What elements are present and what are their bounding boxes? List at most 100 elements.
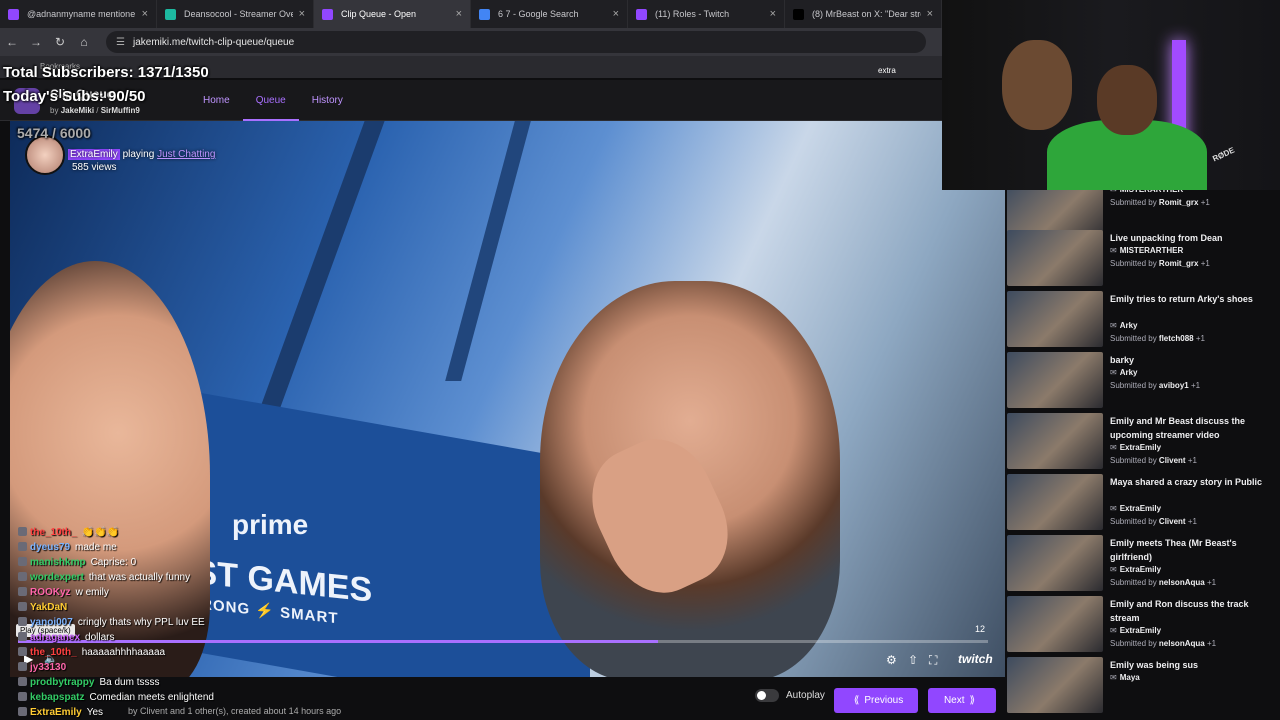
- submitter-name[interactable]: aviboy1: [1159, 381, 1189, 390]
- channel-name[interactable]: Maya: [1120, 673, 1140, 682]
- chat-badge-icon: [18, 632, 27, 641]
- tab-title: @adnanmyname mentione: [27, 9, 136, 19]
- submitted-by-label: Submitted by: [1110, 381, 1159, 390]
- share-icon[interactable]: ⇧: [908, 653, 918, 667]
- tab-close-icon[interactable]: ×: [299, 8, 305, 20]
- submitter-name[interactable]: Romit_grx: [1159, 198, 1199, 207]
- channel-name[interactable]: Arky: [1120, 321, 1138, 330]
- chat-badge-icon: [18, 602, 27, 611]
- chat-text: Yes: [86, 707, 104, 718]
- view-count: 585 views: [72, 162, 117, 173]
- queue-thumbnail[interactable]: [1007, 230, 1103, 286]
- streamer-name[interactable]: ExtraEmily: [68, 149, 120, 160]
- forward-arrow-icon[interactable]: →: [24, 35, 48, 49]
- previous-label: Previous: [864, 695, 904, 706]
- chat-username[interactable]: wordexpert: [30, 572, 84, 583]
- queue-item[interactable]: Maya shared a crazy story in Public ✉ Extr…: [1005, 474, 1280, 532]
- author-jakemiki[interactable]: JakeMiki: [61, 106, 94, 115]
- autoplay-control[interactable]: Autoplay: [755, 689, 825, 702]
- queue-item-submitter: Submitted by nelsonAqua +1: [1110, 639, 1216, 648]
- chat-username[interactable]: YakDaN: [30, 602, 67, 613]
- submitter-extra-count: +1: [1187, 456, 1197, 465]
- queue-thumbnail[interactable]: [1007, 352, 1103, 408]
- queue-item-submitter: Submitted by Romit_grx +1: [1110, 259, 1210, 268]
- queue-thumbnail[interactable]: [1007, 657, 1103, 713]
- queue-item[interactable]: barky ✉ Arky Submitted by aviboy1 +1: [1005, 352, 1280, 410]
- next-label: Next: [943, 695, 965, 706]
- submitter-name[interactable]: nelsonAqua: [1159, 639, 1205, 648]
- submitter-name[interactable]: Clivent: [1159, 517, 1186, 526]
- tab-close-icon[interactable]: ×: [927, 8, 933, 20]
- settings-gear-icon[interactable]: ⚙: [886, 653, 897, 667]
- channel-name[interactable]: Arky: [1120, 368, 1138, 377]
- channel-name[interactable]: MISTERARTHER: [1120, 246, 1184, 255]
- site-settings-icon[interactable]: ☰: [116, 37, 125, 48]
- by-label: by: [50, 106, 59, 115]
- browser-tab[interactable]: Clip Queue - Open ×: [314, 0, 471, 28]
- chat-username[interactable]: adraganex: [30, 632, 80, 643]
- nav-home[interactable]: Home: [190, 80, 243, 121]
- streamer-avatar[interactable]: [25, 135, 65, 175]
- channel-name[interactable]: ExtraEmily: [1120, 626, 1161, 635]
- queue-item[interactable]: Emily and Mr Beast discuss the upcoming …: [1005, 413, 1280, 471]
- chat-text: w emily: [75, 587, 109, 598]
- browser-tab[interactable]: (11) Roles - Twitch ×: [628, 0, 785, 28]
- submitter-name[interactable]: Romit_grx: [1159, 259, 1199, 268]
- queue-thumbnail[interactable]: [1007, 535, 1103, 591]
- home-icon[interactable]: ⌂: [72, 35, 96, 49]
- tab-close-icon[interactable]: ×: [770, 8, 776, 20]
- browser-tab[interactable]: @adnanmyname mentione ×: [0, 0, 157, 28]
- chat-username[interactable]: yanoi007: [30, 617, 73, 628]
- previous-button[interactable]: ⟪ Previous: [834, 688, 918, 713]
- chat-username[interactable]: manishkmp: [30, 557, 86, 568]
- submitter-name[interactable]: Clivent: [1159, 456, 1186, 465]
- queue-thumbnail[interactable]: [1007, 413, 1103, 469]
- tab-close-icon[interactable]: ×: [613, 8, 619, 20]
- reload-icon[interactable]: ↻: [48, 35, 72, 49]
- queue-item-channel: ✉ ExtraEmily: [1110, 626, 1161, 635]
- queue-item[interactable]: Live unpacking from Dean ✉ MISTERARTHER Sub…: [1005, 230, 1280, 288]
- channel-name[interactable]: ExtraEmily: [1120, 565, 1161, 574]
- channel-name[interactable]: ExtraEmily: [1120, 443, 1161, 452]
- chat-username[interactable]: ExtraEmily: [30, 707, 82, 718]
- browser-tab[interactable]: Deansocool - Streamer Overvie ×: [157, 0, 314, 28]
- chat-username[interactable]: the_10th_: [30, 647, 77, 658]
- submitter-name[interactable]: fletch088: [1159, 334, 1194, 343]
- tab-favicon-icon: [479, 8, 490, 20]
- fullscreen-icon[interactable]: ⛶: [929, 653, 937, 668]
- channel-name[interactable]: ExtraEmily: [1120, 504, 1161, 513]
- author-sirmuffin9[interactable]: SirMuffin9: [101, 106, 140, 115]
- chat-username[interactable]: jy33130: [30, 662, 66, 673]
- webcam-overlay: RØDE: [942, 0, 1280, 190]
- extra-label: extra: [878, 66, 896, 75]
- autoplay-toggle[interactable]: [755, 689, 779, 702]
- game-link[interactable]: Just Chatting: [157, 149, 215, 160]
- chat-username[interactable]: kebapspatz: [30, 692, 84, 703]
- tab-close-icon[interactable]: ×: [142, 8, 148, 20]
- steel-girder: [255, 121, 385, 421]
- submitter-name[interactable]: nelsonAqua: [1159, 578, 1205, 587]
- chat-username[interactable]: the_10th_: [30, 527, 77, 538]
- tab-close-icon[interactable]: ×: [456, 8, 462, 20]
- back-arrow-icon[interactable]: ←: [0, 35, 24, 49]
- screen: @adnanmyname mentione × Deansocool - Strea…: [0, 0, 1280, 720]
- browser-tab[interactable]: 6 7 - Google Search ×: [471, 0, 628, 28]
- browser-tab[interactable]: (8) MrBeast on X: "Dear stream ×: [785, 0, 942, 28]
- queue-item[interactable]: Emily meets Thea (Mr Beast's girlfriend)…: [1005, 535, 1280, 593]
- queue-item[interactable]: Emily tries to return Arky's shoes ✉ Arky S…: [1005, 291, 1280, 349]
- queue-thumbnail[interactable]: [1007, 291, 1103, 347]
- nav-history[interactable]: History: [299, 80, 356, 121]
- url-field[interactable]: ☰ jakemiki.me/twitch-clip-queue/queue: [106, 31, 926, 53]
- queue-thumbnail[interactable]: [1007, 596, 1103, 652]
- queue-thumbnail[interactable]: [1007, 474, 1103, 530]
- queue-item[interactable]: Emily was being sus ✉ Maya: [1005, 657, 1280, 715]
- chat-username[interactable]: prodbytrappy: [30, 677, 94, 688]
- channel-name[interactable]: MISTERARTHER: [1120, 190, 1184, 194]
- chat-username[interactable]: dyeus79: [30, 542, 70, 553]
- next-button[interactable]: Next ⟫: [928, 688, 996, 713]
- nav-queue[interactable]: Queue: [242, 80, 299, 121]
- twitch-logo[interactable]: twitch: [958, 652, 993, 666]
- chat-username[interactable]: ROOKyz: [30, 587, 71, 598]
- queue-item[interactable]: Emily and Ron discuss the track stream ✉ E…: [1005, 596, 1280, 654]
- submitted-by-label: Submitted by: [1110, 198, 1159, 207]
